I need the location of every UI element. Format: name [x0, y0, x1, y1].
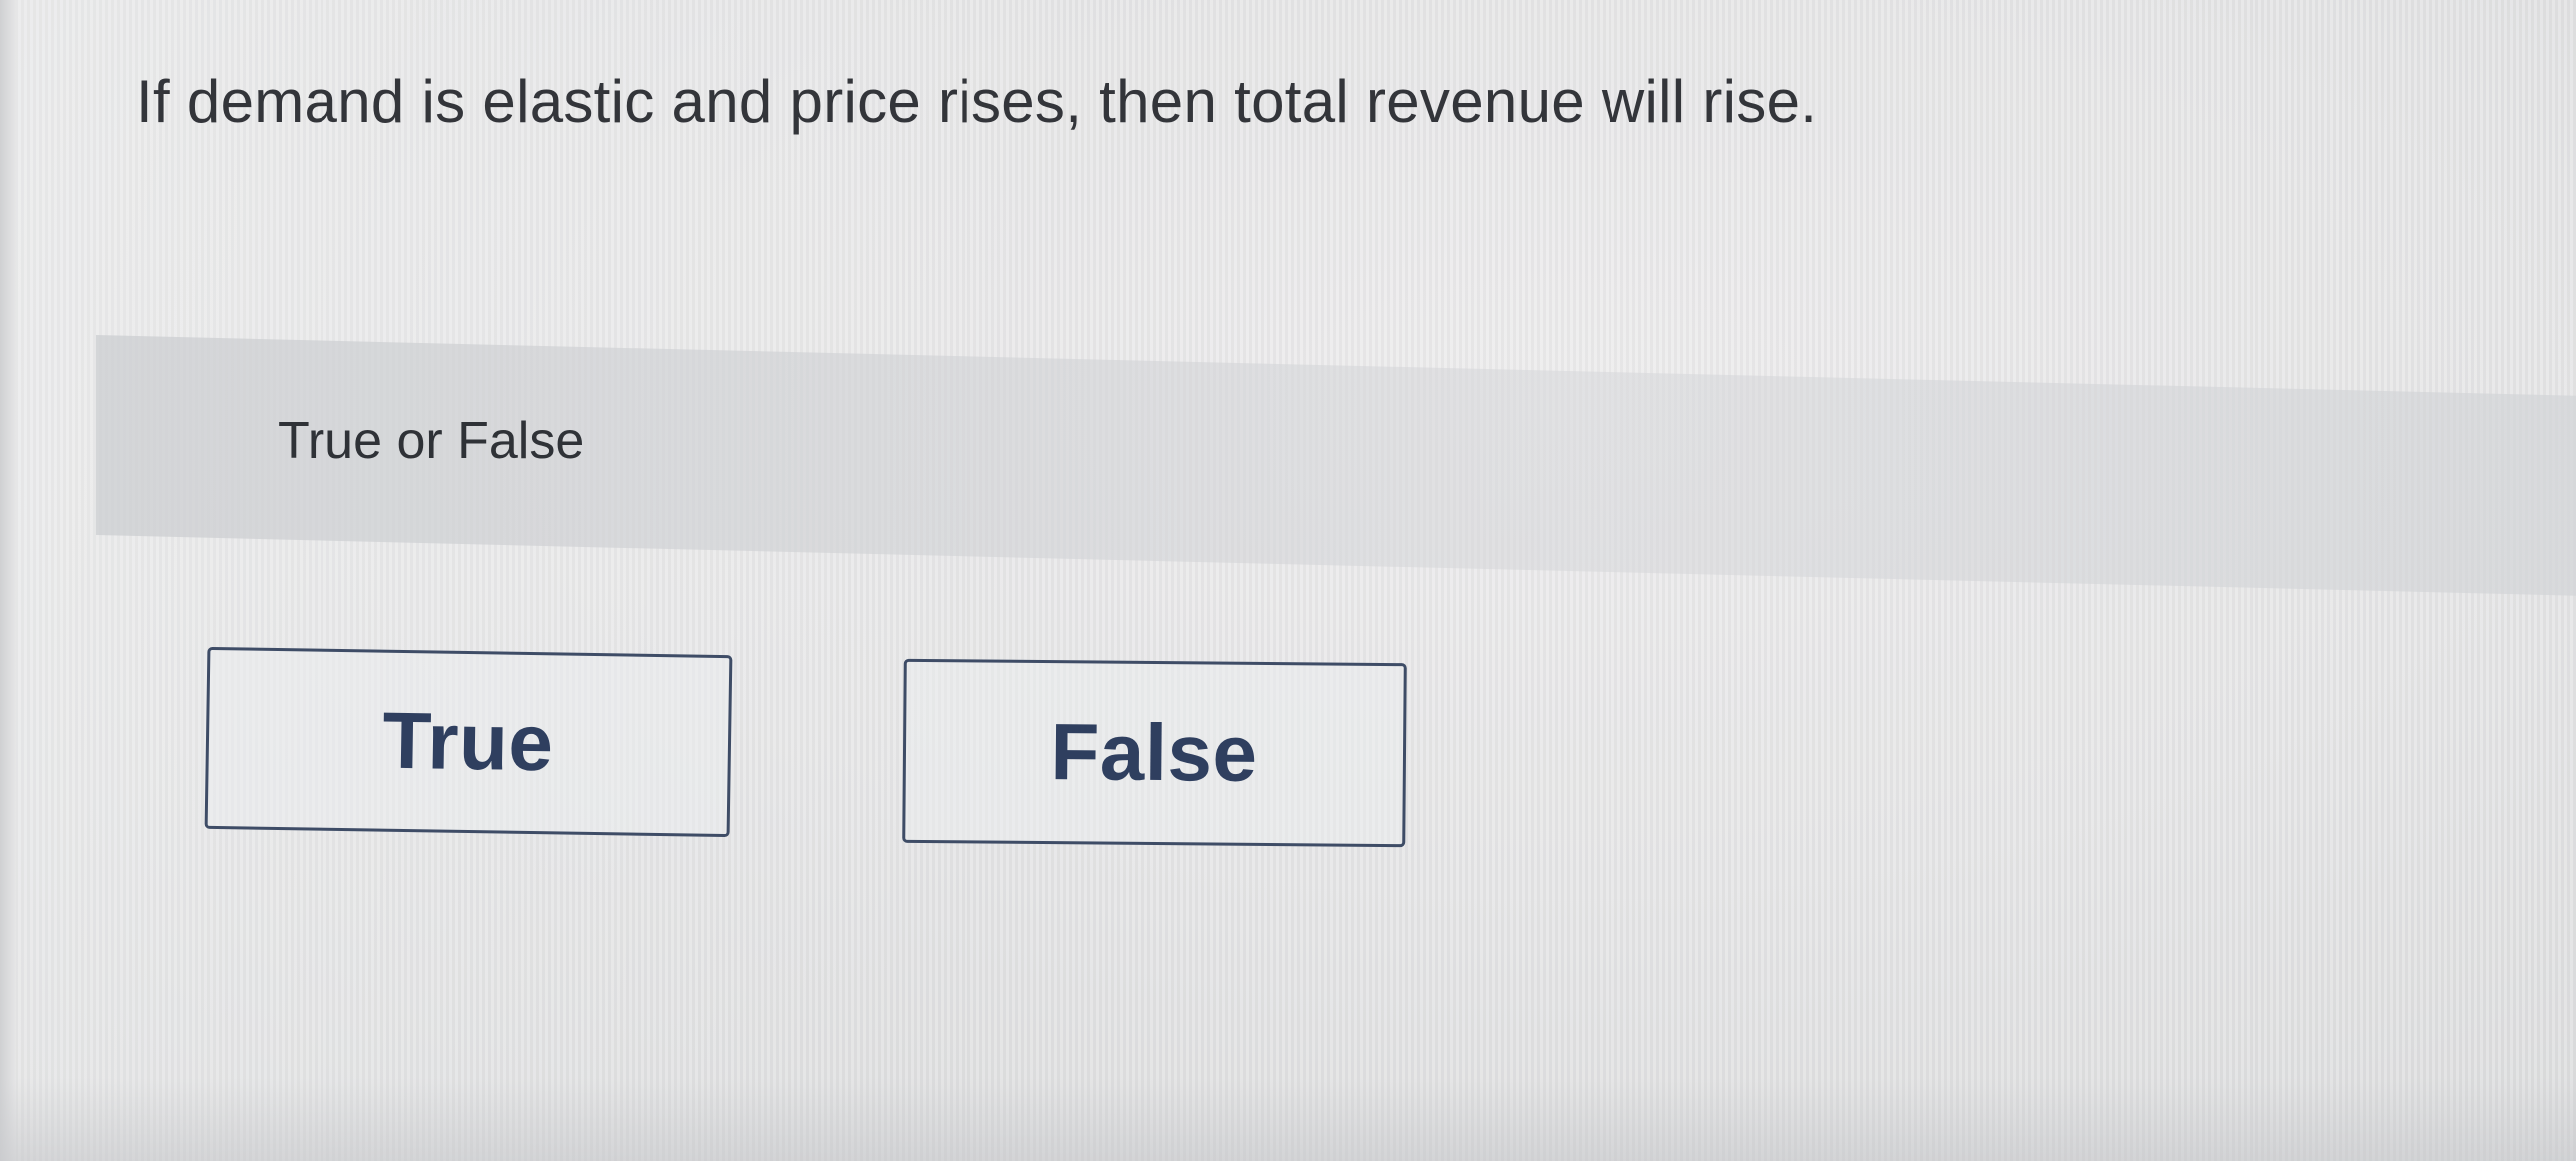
- prompt-label: True or False: [278, 412, 585, 470]
- question-text: If demand is elastic and price rises, th…: [136, 68, 1818, 135]
- false-button[interactable]: False: [902, 658, 1407, 848]
- bottom-shadow: [0, 1078, 2576, 1161]
- true-button-label: True: [381, 695, 555, 788]
- page-edge: [0, 0, 16, 1161]
- true-button[interactable]: True: [204, 646, 733, 838]
- false-button-label: False: [1050, 707, 1258, 798]
